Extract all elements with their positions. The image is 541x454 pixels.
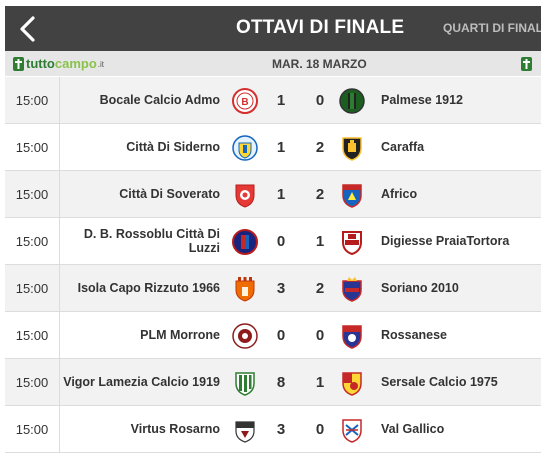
home-team-name[interactable]: PLM Morrone <box>50 312 220 358</box>
soriano-crest-icon <box>342 277 362 302</box>
caraffa-crest-icon <box>342 137 362 161</box>
away-team-name[interactable]: Caraffa <box>381 124 541 170</box>
home-score: 3 <box>276 279 286 297</box>
top-bar: OTTAVI DI FINALE QUARTI DI FINALE <box>5 6 541 51</box>
tuttocampo-logo[interactable]: tutto campo .it <box>13 56 104 71</box>
home-team-name[interactable]: Bocale Calcio Admo <box>50 77 220 123</box>
home-team-name[interactable]: Città Di Soverato <box>50 171 220 217</box>
away-team-name[interactable]: Rossanese <box>381 312 541 358</box>
tuttocampo-logo-icon <box>13 56 24 71</box>
away-score: 0 <box>315 326 325 344</box>
soverato-crest-icon <box>235 184 255 208</box>
away-score: 0 <box>315 91 325 109</box>
home-score: 1 <box>276 138 286 156</box>
match-date: MAR. 18 MARZO <box>272 57 367 71</box>
logo-text-it: .it <box>97 60 105 69</box>
home-team-name[interactable]: Città Di Siderno <box>50 124 220 170</box>
away-team-name[interactable]: Sersale Calcio 1975 <box>381 359 541 405</box>
morrone-crest-icon <box>232 323 258 349</box>
away-team-name[interactable]: Digiesse PraiaTortora <box>381 218 541 264</box>
rosarno-crest-icon <box>235 421 255 443</box>
match-row[interactable]: 15:00 Città Di Soverato 1 2 Africo <box>5 171 541 218</box>
away-score: 2 <box>315 279 325 297</box>
home-team-name[interactable]: D. B. Rossoblu Città Di Luzzi <box>50 218 220 264</box>
home-score: 1 <box>276 185 286 203</box>
away-score: 1 <box>315 373 325 391</box>
tuttocampo-logo-icon <box>521 56 532 71</box>
away-score: 1 <box>315 232 325 250</box>
page-title: OTTAVI DI FINALE <box>236 17 405 38</box>
logo-text-tutto: tutto <box>26 56 55 71</box>
away-score: 2 <box>315 185 325 203</box>
home-team-name[interactable]: Vigor Lamezia Calcio 1919 <box>50 359 220 405</box>
match-row[interactable]: 15:00 Bocale Calcio Admo B 1 0 Palmese 1… <box>5 77 541 124</box>
home-score: 8 <box>276 373 286 391</box>
tab-quarti-di-finale[interactable]: QUARTI DI FINALE <box>443 21 541 35</box>
home-score: 0 <box>276 326 286 344</box>
home-score: 0 <box>276 232 286 250</box>
palmese-crest-icon <box>339 88 365 114</box>
vigor-crest-icon <box>235 372 255 396</box>
home-team-name[interactable]: Virtus Rosarno <box>50 406 220 452</box>
rossanese-crest-icon <box>342 325 362 349</box>
date-bar: tutto campo .it MAR. 18 MARZO <box>5 51 541 76</box>
logo-text-campo: campo <box>54 56 97 71</box>
isola-crest-icon <box>235 277 255 302</box>
home-score: 1 <box>276 91 286 109</box>
sersale-crest-icon <box>342 372 362 396</box>
away-team-name[interactable]: Val Gallico <box>381 406 541 452</box>
svg-text:B: B <box>241 97 248 108</box>
match-row[interactable]: 15:00 Virtus Rosarno 3 0 Val Gallico <box>5 406 541 453</box>
match-row[interactable]: 15:00 D. B. Rossoblu Città Di Luzzi 0 1 … <box>5 218 541 265</box>
away-score: 2 <box>315 138 325 156</box>
away-team-name[interactable]: Africo <box>381 171 541 217</box>
africo-crest-icon <box>342 184 362 208</box>
gallico-crest-icon <box>342 419 362 443</box>
tuttocampo-logo-repeat[interactable] <box>521 56 534 71</box>
home-score: 3 <box>276 420 286 438</box>
luzzi-crest-icon <box>232 229 258 255</box>
match-row[interactable]: 15:00 Città Di Siderno 1 2 Caraffa <box>5 124 541 171</box>
away-score: 0 <box>315 420 325 438</box>
match-list: 15:00 Bocale Calcio Admo B 1 0 Palmese 1… <box>5 77 541 453</box>
back-arrow-icon[interactable] <box>13 14 43 44</box>
away-team-name[interactable]: Soriano 2010 <box>381 265 541 311</box>
away-team-name[interactable]: Palmese 1912 <box>381 77 541 123</box>
match-row[interactable]: 15:00 Vigor Lamezia Calcio 1919 8 1 Sers… <box>5 359 541 406</box>
bocale-crest-icon: B <box>232 88 258 114</box>
match-row[interactable]: 15:00 PLM Morrone 0 0 Rossanese <box>5 312 541 359</box>
digiesse-crest-icon <box>342 231 362 256</box>
siderno-crest-icon <box>232 135 258 161</box>
match-row[interactable]: 15:00 Isola Capo Rizzuto 1966 3 2 Sorian… <box>5 265 541 312</box>
home-team-name[interactable]: Isola Capo Rizzuto 1966 <box>50 265 220 311</box>
